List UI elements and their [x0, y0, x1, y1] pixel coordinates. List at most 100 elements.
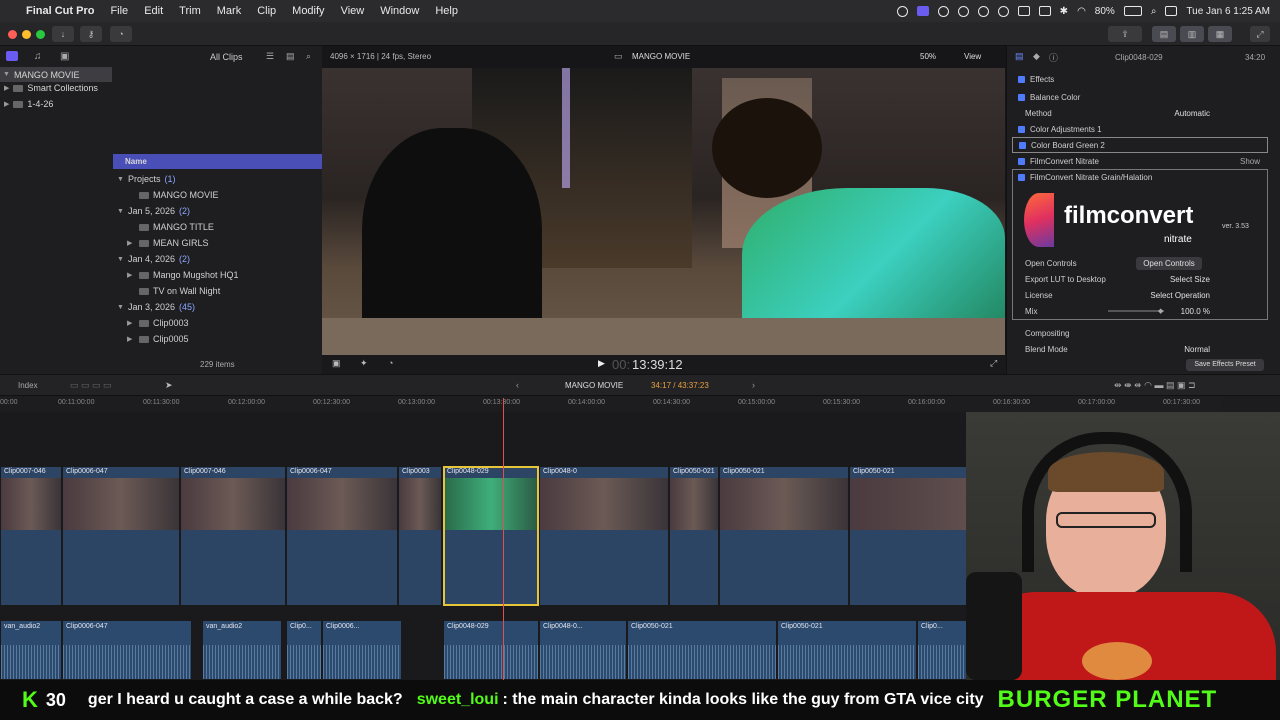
menu-window[interactable]: Window	[380, 5, 419, 17]
mix-slider[interactable]	[1108, 310, 1164, 312]
fullscreen-viewer-icon[interactable]: ⤢	[990, 358, 997, 369]
mix-value[interactable]: 100.0 %	[1181, 307, 1210, 316]
display-icon[interactable]	[1017, 6, 1030, 16]
zoom-window-button[interactable]	[36, 30, 45, 39]
timeline-project-name[interactable]: MANGO MOVIE	[565, 381, 623, 390]
clock-icon[interactable]	[997, 5, 1009, 17]
smart-collections-item[interactable]: ▶ Smart Collections	[4, 83, 98, 93]
disclosure-triangle-icon[interactable]: ▶	[4, 100, 9, 108]
adjustments-checkbox[interactable]	[1018, 125, 1025, 133]
select-tool-icon[interactable]: ➤	[165, 380, 173, 391]
menu-file[interactable]: File	[110, 5, 128, 17]
method-popup[interactable]: Automatic	[1174, 109, 1210, 118]
video-inspector-icon[interactable]: ▤	[1015, 51, 1024, 62]
libraries-icon[interactable]	[6, 51, 18, 61]
disclosure-triangle-icon[interactable]: ▶	[127, 271, 135, 279]
library-item[interactable]: ▼ MANGO MOVIE	[0, 67, 112, 82]
audio-clip[interactable]: van_audio2	[202, 620, 282, 680]
edit-tools[interactable]: ▭ ▭ ▭ ▭	[70, 380, 112, 391]
filmconvert-grain-row[interactable]: FilmConvert Nitrate Grain/Halation	[1012, 169, 1268, 185]
audio-clip[interactable]: Clip0048-029	[443, 620, 539, 680]
color-board-row[interactable]: Color Board Green 2	[1012, 137, 1268, 153]
info-inspector-icon[interactable]: ⓘ	[1049, 51, 1058, 64]
forward-arrow-icon[interactable]: ›	[752, 380, 755, 390]
disclosure-triangle-icon[interactable]: ▶	[127, 335, 135, 343]
wifi-icon[interactable]: ◠	[1077, 6, 1086, 17]
color-adjustments-row[interactable]: Color Adjustments 1	[1012, 121, 1268, 137]
disclosure-triangle-icon[interactable]: ▶	[4, 84, 9, 92]
open-controls-button[interactable]: Open Controls	[1136, 256, 1202, 270]
timeline-clip[interactable]: Clip0048-0	[539, 466, 669, 606]
screen-record-icon[interactable]	[916, 6, 929, 16]
board-checkbox[interactable]	[1019, 141, 1026, 149]
background-tasks-button[interactable]: ◔	[110, 26, 132, 42]
timeline-clip[interactable]: Clip0003	[398, 466, 442, 606]
transform-icon[interactable]: ✦	[360, 358, 368, 369]
blend-popup[interactable]: Normal	[1184, 345, 1210, 354]
browser-search-icon[interactable]: ⌕	[306, 51, 311, 62]
layout-timeline-button[interactable]: ▥	[1180, 26, 1204, 42]
disclosure-triangle-icon[interactable]: ▼	[3, 71, 10, 78]
menu-edit[interactable]: Edit	[144, 5, 163, 17]
license-popup[interactable]: Select Operation	[1150, 291, 1210, 300]
search-icon[interactable]: ⌕	[1151, 6, 1157, 17]
titles-icon[interactable]: ▣	[60, 51, 69, 62]
audio-clip[interactable]: Clip0050-021	[627, 620, 777, 680]
minimize-window-button[interactable]	[22, 30, 31, 39]
audio-clip[interactable]: Clip0050-021	[777, 620, 917, 680]
view-menu[interactable]: View	[964, 52, 981, 61]
share-button[interactable]: ⇪	[1108, 26, 1142, 42]
timecode-display[interactable]: 13:39:12	[632, 357, 683, 372]
filter-menu[interactable]: All Clips	[210, 52, 243, 62]
lut-size-popup[interactable]: Select Size	[1170, 275, 1210, 284]
bluetooth-icon[interactable]: ✱	[1060, 6, 1068, 17]
save-effects-preset-button[interactable]: Save Effects Preset	[1186, 359, 1264, 371]
balance-checkbox[interactable]	[1018, 93, 1025, 101]
timeline-clip[interactable]: Clip0007-046	[0, 466, 62, 606]
disclosure-triangle-icon[interactable]: ▶	[127, 319, 135, 327]
fc-checkbox[interactable]	[1018, 157, 1025, 165]
menu-view[interactable]: View	[341, 5, 365, 17]
timeline-clip[interactable]: Clip0007-046	[180, 466, 286, 606]
menu-mark[interactable]: Mark	[217, 5, 241, 17]
show-button[interactable]: Show	[1240, 157, 1260, 166]
control-center-icon[interactable]	[1165, 6, 1178, 16]
timeline-ruler[interactable]: 00:00 00:11:00:00 00:11:30:00 00:12:00:00 00…	[0, 396, 1222, 412]
balance-color-row[interactable]: Balance Color	[1012, 89, 1268, 105]
audio-clip[interactable]: van_audio2	[0, 620, 62, 680]
view-options-icon[interactable]: ☰	[266, 51, 274, 62]
speed-icon[interactable]: ◔	[388, 358, 393, 368]
status-icon[interactable]	[896, 5, 908, 17]
clock-datetime[interactable]: Tue Jan 6 1:25 AM	[1186, 6, 1270, 17]
timeline-view-icons[interactable]: ⇹ ⇼ ⇺ ◠ ▬ ▤ ▣ ⊐	[1114, 380, 1196, 391]
disclosure-triangle-icon[interactable]: ▼	[117, 304, 124, 311]
audio-clip[interactable]: Clip0...	[286, 620, 322, 680]
keyword-button[interactable]: ⚷	[80, 26, 102, 42]
audio-clip[interactable]: Clip0006...	[322, 620, 402, 680]
close-window-button[interactable]	[8, 30, 17, 39]
timeline-clip[interactable]: Clip0050-021	[669, 466, 719, 606]
index-button[interactable]: Index	[18, 381, 38, 390]
disclosure-triangle-icon[interactable]: ▼	[117, 256, 124, 263]
photos-icon[interactable]: ♫	[34, 51, 42, 62]
disclosure-triangle-icon[interactable]: ▼	[117, 208, 124, 215]
menu-clip[interactable]: Clip	[257, 5, 276, 17]
compositing-header[interactable]: Compositing	[1012, 325, 1268, 341]
filmconvert-row[interactable]: FilmConvert Nitrate Show	[1012, 153, 1268, 169]
timeline-clip[interactable]: Clip0006-047	[286, 466, 398, 606]
obs-icon[interactable]	[957, 5, 969, 17]
timeline-clip[interactable]: Clip0050-021	[719, 466, 849, 606]
layout-browser-button[interactable]: ▤	[1152, 26, 1176, 42]
zoom-menu[interactable]: 50%	[920, 52, 936, 61]
effects-header[interactable]: Effects	[1012, 71, 1268, 87]
event-item[interactable]: ▶ 1-4-26	[4, 99, 53, 109]
filmstrip-icon[interactable]: ▤	[286, 51, 295, 62]
battery-icon[interactable]	[1123, 6, 1142, 16]
layout-inspector-button[interactable]: ▦	[1208, 26, 1232, 42]
play-button[interactable]: ▶	[598, 358, 605, 369]
app-menu[interactable]: Final Cut Pro	[26, 5, 94, 17]
fullscreen-button[interactable]: ⤢	[1250, 26, 1270, 42]
color-inspector-icon[interactable]: ◆	[1033, 51, 1040, 62]
name-column-header[interactable]: Name	[113, 154, 322, 169]
effects-checkbox[interactable]	[1018, 75, 1025, 83]
